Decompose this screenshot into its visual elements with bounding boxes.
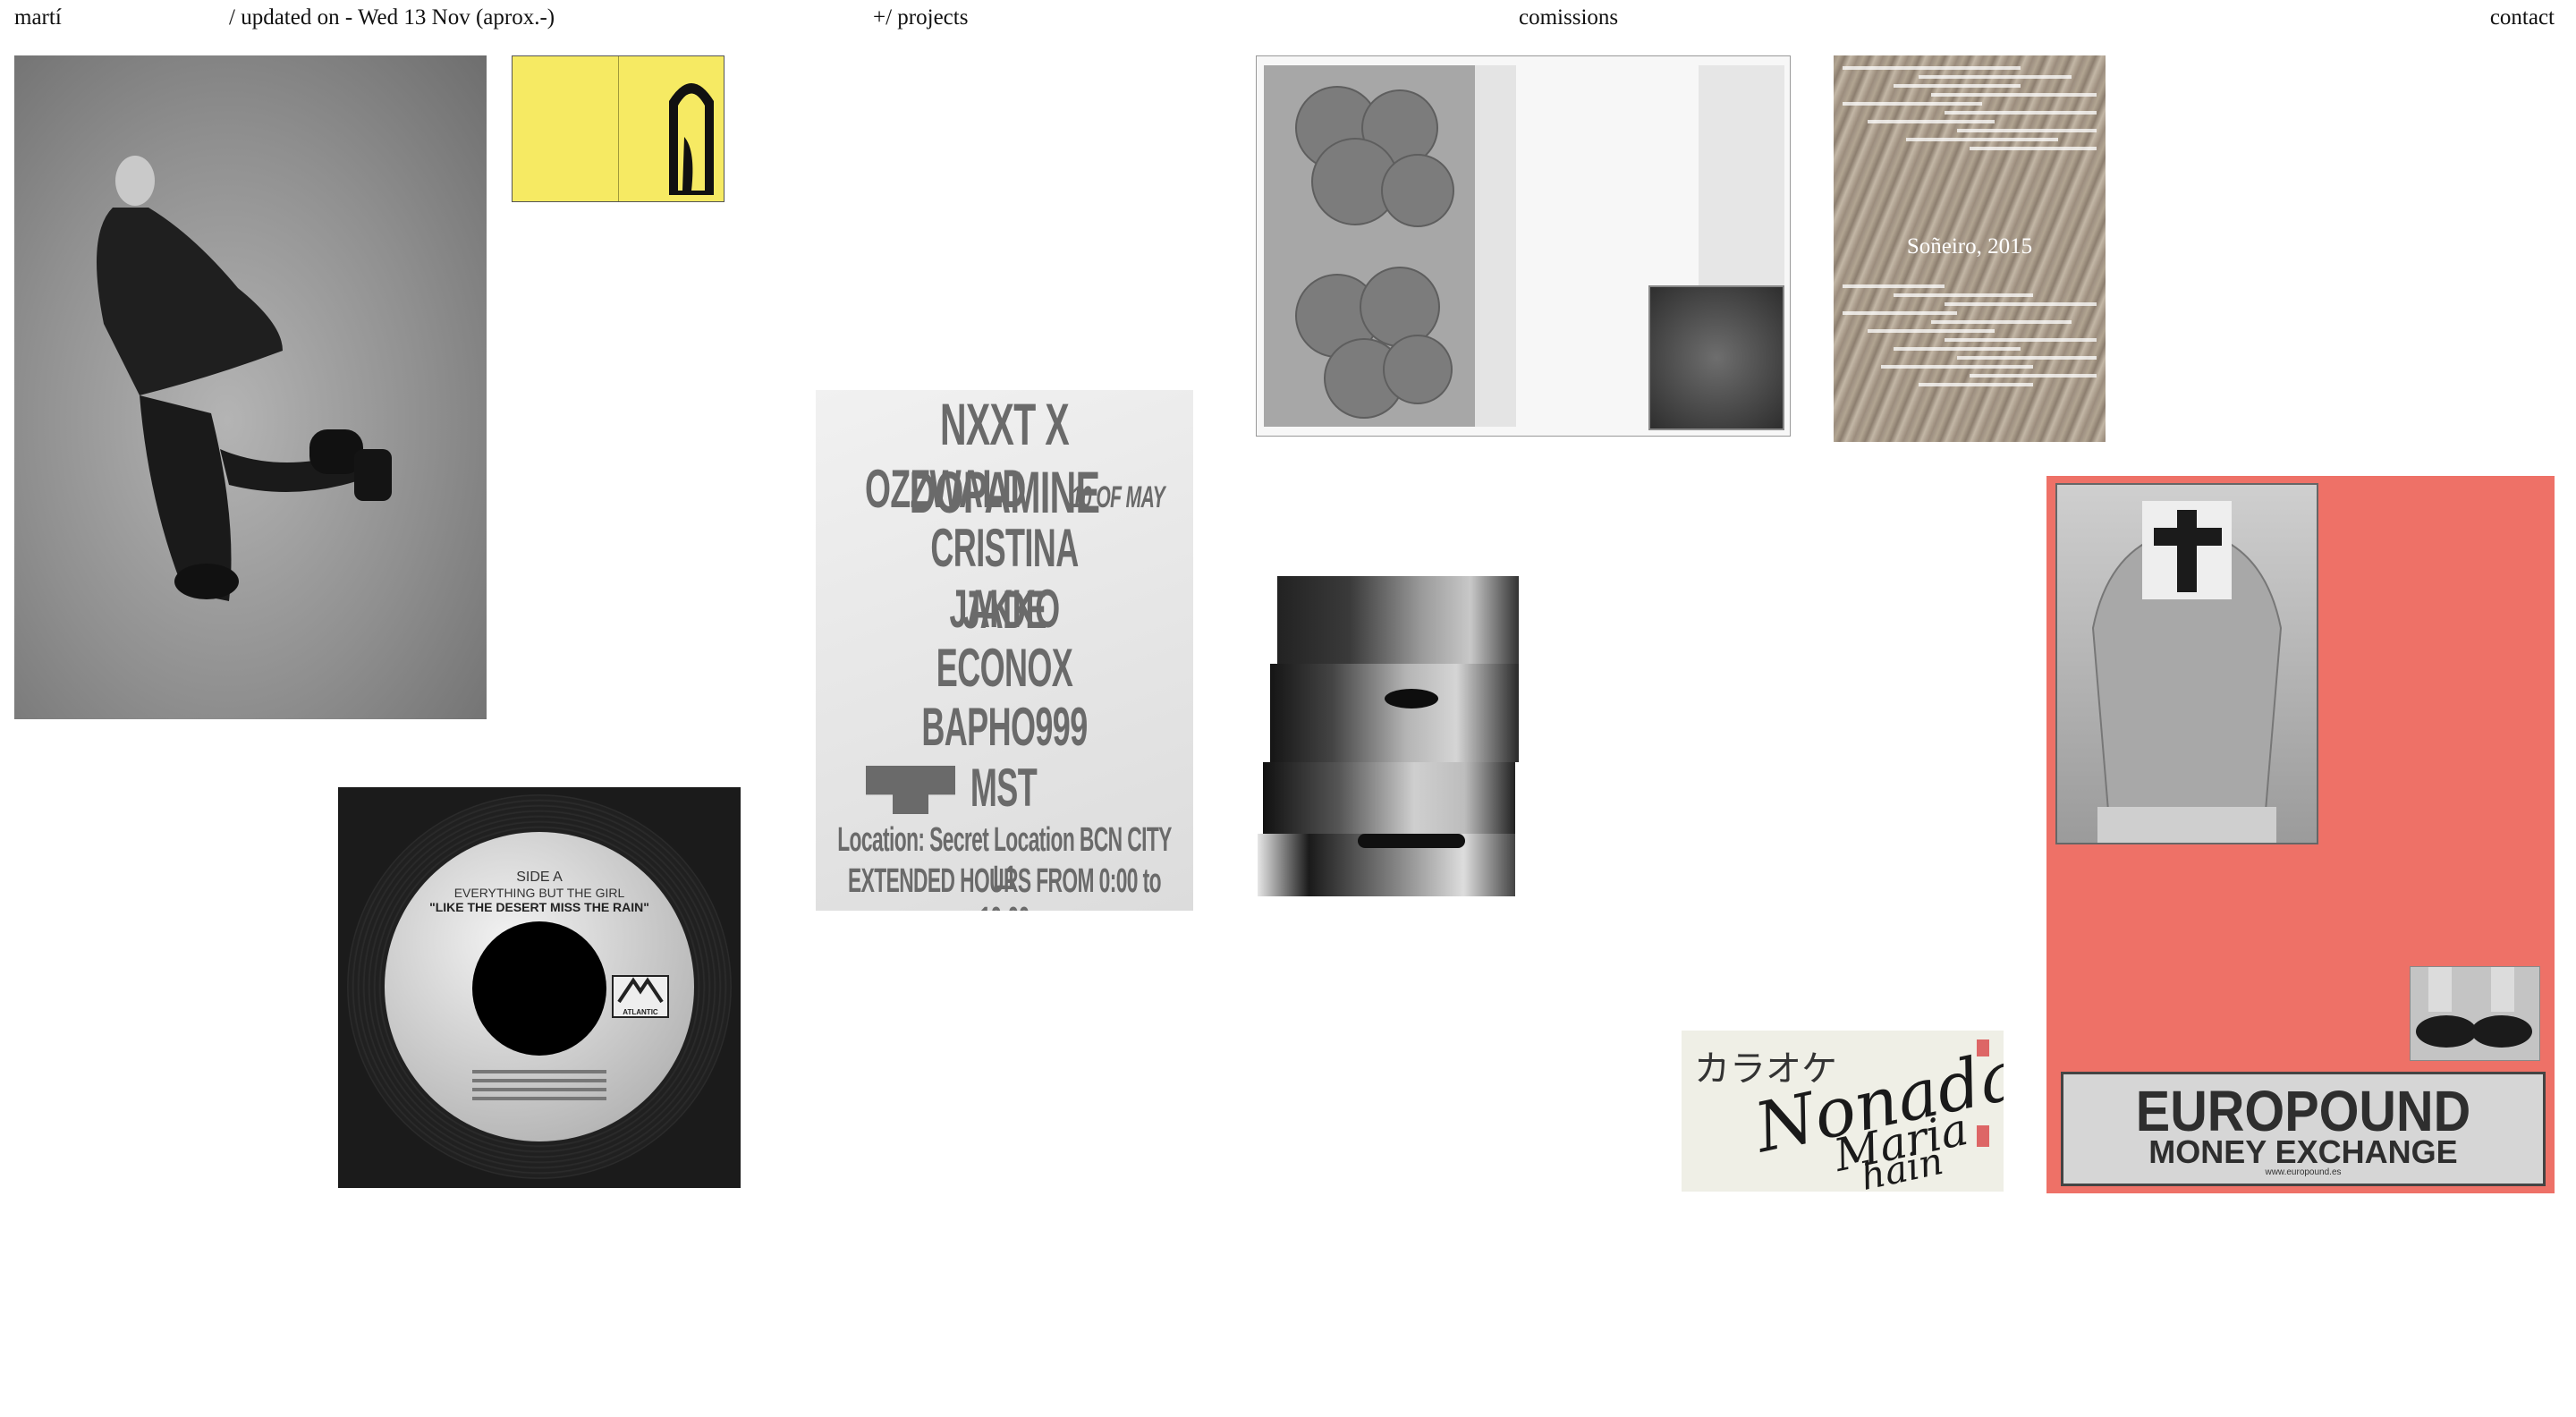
- poster-title: Soñeiro, 2015: [1906, 234, 2033, 259]
- spread-small-photo: [1648, 285, 1784, 430]
- torso-photo: [2055, 483, 2318, 844]
- contact-link[interactable]: contact: [2490, 5, 2555, 30]
- record-center-hole: [472, 921, 606, 1056]
- feet-photo: [2410, 966, 2540, 1061]
- flyer-line-5: ECONOX: [936, 638, 1073, 698]
- face-strip-3: [1263, 762, 1515, 834]
- europound-subtitle: MONEY EXCHANGE: [2148, 1133, 2458, 1170]
- face-mouth: [1358, 834, 1465, 848]
- flyer-line-7: MST: [970, 758, 1038, 818]
- spread-left-margin: [1475, 65, 1516, 427]
- ticket-red-stamp: [1977, 1039, 1989, 1183]
- fashion-figure-image: [97, 156, 392, 601]
- poster-text-lines-bottom: [1843, 279, 2097, 392]
- book-spread-tile[interactable]: [1256, 55, 1791, 437]
- flyer-line-2: OZZWALD 10 OF MAY: [865, 459, 1165, 519]
- europound-poster-tile[interactable]: EUROPOUND MONEY EXCHANGE www.europound.e…: [2046, 476, 2555, 1193]
- face-strip-2: [1270, 664, 1519, 762]
- face-strip-1: [1277, 576, 1519, 666]
- face-collage-tile[interactable]: [1250, 574, 1519, 902]
- flyer-line-4: JAKKO: [949, 579, 1060, 639]
- updated-on-text: / updated on - Wed 13 Nov (aprox.-): [229, 5, 555, 30]
- record-artist-text: EVERYTHING BUT THE GIRL: [453, 886, 625, 900]
- flyer-line-6: BAPHO999: [921, 697, 1088, 757]
- fashion-photo-tile[interactable]: [14, 55, 487, 719]
- poster-text-lines-top: [1843, 61, 2097, 156]
- projects-link[interactable]: +/ projects: [873, 5, 968, 30]
- face-eye: [1385, 689, 1438, 708]
- yellow-booklet-tile[interactable]: [512, 55, 724, 202]
- party-flyer-tile[interactable]: NXXT X DOPAMINE OZZWALD 10 OF MAY CRISTI…: [816, 390, 1193, 911]
- vinyl-record-tile[interactable]: SIDE A EVERYTHING BUT THE GIRL "LIKE THE…: [338, 787, 741, 1188]
- karaoke-ticket-tile[interactable]: カラオケ Nonadas Maria hain: [1682, 1031, 2004, 1192]
- europound-url: www.europound.es: [2265, 1167, 2342, 1177]
- atlantic-logo-icon: ATLANTIC: [612, 975, 669, 1018]
- flyer-line-9: EXTENDED HOURS FROM 0:00 to 10:00: [848, 862, 1162, 911]
- shell-image: [1295, 86, 1454, 419]
- europound-sign: EUROPOUND MONEY EXCHANGE www.europound.e…: [2061, 1072, 2546, 1186]
- hair-poster-tile[interactable]: Soñeiro, 2015: [1834, 55, 2106, 442]
- record-tracklist-lines: [472, 1065, 606, 1106]
- booklet-arch-image: [669, 83, 714, 195]
- comissions-link[interactable]: comissions: [1519, 5, 1618, 30]
- site-name-link[interactable]: martí: [14, 5, 62, 30]
- booklet-spine: [618, 56, 619, 201]
- record-side-text: SIDE A: [516, 870, 563, 885]
- record-title-text: "LIKE THE DESERT MISS THE RAIN": [429, 900, 649, 914]
